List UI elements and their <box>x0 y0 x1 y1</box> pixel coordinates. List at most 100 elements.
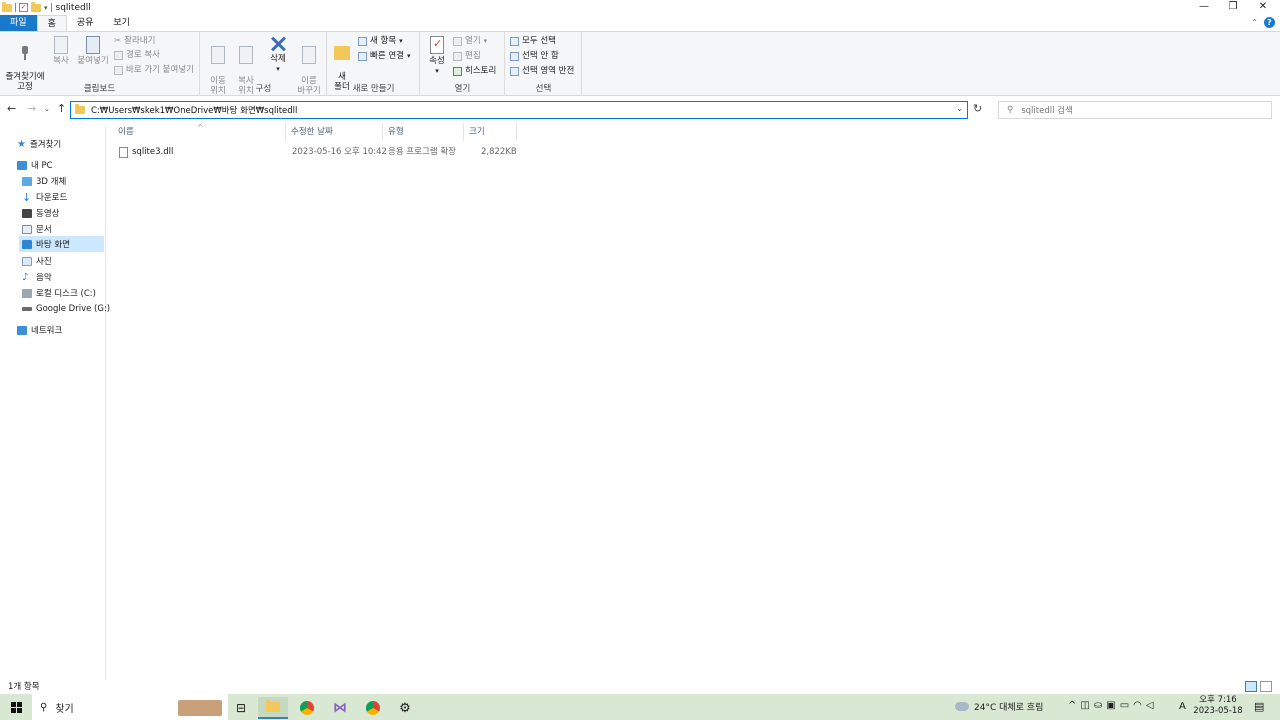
sidebar-item-desktop[interactable]: 바탕 화면 <box>19 236 104 252</box>
gear-icon: ⚙ <box>399 700 411 716</box>
start-button[interactable] <box>0 694 32 720</box>
refresh-button[interactable]: ↻ <box>973 102 982 115</box>
select-none-button[interactable]: 선택 안 함 <box>510 51 559 62</box>
scissors-icon: ✂ <box>114 36 122 46</box>
delete-button[interactable]: 삭제 ▾ <box>265 36 291 74</box>
sidebar-item-3d-objects[interactable]: 3D 개체 <box>19 173 66 189</box>
open-group: 속성 ▾ 열기 ▾ 편집 히스토리 열기 <box>421 32 505 96</box>
chevron-down-icon: ▾ <box>435 67 439 75</box>
large-icons-view-button[interactable] <box>1260 681 1272 692</box>
divider <box>15 3 16 12</box>
tab-share[interactable]: 공유 <box>67 15 104 31</box>
tray-app-icon[interactable]: ▣ <box>1106 700 1119 711</box>
sidebar-item-videos[interactable]: 동영상 <box>19 205 59 221</box>
select-all-button[interactable]: 모두 선택 <box>510 36 556 47</box>
clipboard-icon <box>86 36 100 54</box>
properties-button[interactable]: 속성 ▾ <box>425 36 449 76</box>
copy-button[interactable]: 복사 <box>50 36 72 66</box>
battery-icon[interactable]: ▭ <box>1120 700 1133 711</box>
wifi-icon[interactable]: ◠ <box>1133 700 1146 711</box>
column-header-size[interactable]: 크기 <box>464 123 517 141</box>
sidebar-item-documents[interactable]: 문서 <box>19 221 52 237</box>
sidebar-item-this-pc[interactable]: 내 PC <box>14 157 53 173</box>
dll-file-icon <box>119 146 128 158</box>
chevron-up-icon[interactable]: ^ <box>1068 700 1080 711</box>
chrome-icon <box>366 701 380 715</box>
new-item-button[interactable]: 새 항목 ▾ <box>358 36 403 47</box>
open-button[interactable]: 열기 ▾ <box>453 36 487 47</box>
cut-button[interactable]: ✂ 잘라내기 <box>114 36 155 47</box>
visual-studio-taskbar-button[interactable]: ⋈ <box>325 697 355 719</box>
chrome-profile-taskbar-button[interactable] <box>358 697 388 719</box>
title-bar: ✓ ▾ sqlitedll — ❐ ✕ <box>0 0 1280 15</box>
drive-icon <box>22 307 32 311</box>
sidebar-item-google-drive-g[interactable]: Google Drive (G:) <box>19 301 110 317</box>
tab-view[interactable]: 보기 <box>103 15 140 31</box>
ime-indicator[interactable]: A <box>1179 701 1186 712</box>
back-button[interactable]: ← <box>7 102 16 115</box>
tray-app-icon[interactable]: ⛀ <box>1094 700 1106 711</box>
search-input[interactable]: ⚲ sqlitedll 검색 <box>998 101 1272 119</box>
cube-icon <box>22 176 32 186</box>
details-view-button[interactable] <box>1245 681 1257 692</box>
navigation-bar: ← → ⌄ ↑ C:₩Users₩skek1₩OneDrive₩바탕 화면₩sq… <box>0 99 1280 121</box>
minimize-button[interactable]: — <box>1188 0 1220 15</box>
sidebar-item-music[interactable]: ♪ 음악 <box>19 269 52 285</box>
copy-path-icon <box>114 51 123 60</box>
copy-path-button[interactable]: 경로 복사 <box>114 50 160 61</box>
column-header-type[interactable]: 유형 <box>383 123 464 141</box>
file-row[interactable]: sqlite3.dll 2023-05-16 오후 10:42 응용 프로그램 … <box>113 145 523 159</box>
system-tray-icons[interactable]: ^◫⛀▣▭◠◁ <box>1068 700 1158 711</box>
file-explorer-taskbar-button[interactable] <box>258 697 288 719</box>
divider <box>50 3 52 12</box>
up-button[interactable]: ↑ <box>57 102 66 115</box>
quick-access-toolbar: ✓ ▾ <box>0 0 52 15</box>
sidebar-item-pictures[interactable]: 사진 <box>19 253 52 269</box>
properties-quick-icon[interactable]: ✓ <box>19 3 28 12</box>
column-header-date-modified[interactable]: 수정한 날짜 <box>286 123 383 141</box>
recent-locations-button[interactable]: ⌄ <box>44 105 50 113</box>
tab-file[interactable]: 파일 <box>0 15 37 31</box>
move-icon <box>211 46 225 64</box>
address-path[interactable]: C:₩Users₩skek1₩OneDrive₩바탕 화면₩sqlitedll <box>91 104 297 116</box>
delete-icon <box>270 36 286 52</box>
taskbar-search[interactable]: ⚲ 찾기 <box>32 694 228 720</box>
chevron-up-icon[interactable]: ⌃ <box>1251 18 1258 27</box>
close-button[interactable]: ✕ <box>1247 0 1279 15</box>
edit-button[interactable]: 편집 <box>453 51 481 62</box>
clock[interactable]: 오후 7:16 2023-05-18 <box>1192 695 1244 717</box>
sidebar-item-network[interactable]: 네트워크 <box>14 322 62 338</box>
copy-to-icon <box>239 46 253 64</box>
file-name-cell[interactable]: sqlite3.dll <box>119 145 173 159</box>
folder-icon <box>266 700 280 712</box>
chevron-down-icon[interactable]: ▾ <box>44 4 48 12</box>
chrome-taskbar-button[interactable] <box>292 697 322 719</box>
help-icon[interactable]: ? <box>1264 17 1275 28</box>
address-bar[interactable]: C:₩Users₩skek1₩OneDrive₩바탕 화면₩sqlitedll … <box>70 101 968 119</box>
visual-studio-icon: ⋈ <box>333 700 347 716</box>
column-header-name[interactable]: 이름 <box>113 123 286 141</box>
history-button[interactable]: 히스토리 <box>453 66 496 77</box>
restore-button[interactable]: ❐ <box>1217 0 1249 15</box>
settings-taskbar-button[interactable]: ⚙ <box>390 697 420 719</box>
tray-app-icon[interactable]: ◫ <box>1080 700 1093 711</box>
easy-access-button[interactable]: 빠른 연결 ▾ <box>358 51 411 62</box>
forward-button[interactable]: → <box>27 102 36 115</box>
tab-home[interactable]: 홈 <box>36 15 67 31</box>
invert-selection-button[interactable]: 선택 영역 반전 <box>510 66 574 77</box>
chevron-down-icon: ▾ <box>276 65 280 73</box>
chevron-down-icon: ▾ <box>483 37 488 45</box>
chevron-down-icon[interactable]: ⌄ <box>956 104 963 113</box>
notification-icon[interactable]: ▤ <box>1254 700 1264 713</box>
volume-icon[interactable]: ◁ <box>1146 700 1158 711</box>
download-arrow-icon: ↓ <box>22 190 32 204</box>
task-view-button[interactable]: ⊟ <box>226 697 256 719</box>
sidebar-item-local-disk-c[interactable]: 로컬 디스크 (C:) <box>19 285 96 301</box>
paste-button[interactable]: 붙여넣기 <box>76 36 110 66</box>
search-icon: ⚲ <box>1007 105 1014 115</box>
new-folder-quick-icon[interactable] <box>31 1 41 12</box>
sidebar-item-favorites[interactable]: ★ 즐겨찾기 <box>14 136 61 152</box>
weather-widget[interactable]: 24°C 대체로 흐림 <box>955 700 1043 713</box>
sidebar-item-downloads[interactable]: ↓ 다운로드 <box>19 189 67 205</box>
paste-shortcut-button[interactable]: 바로 가기 붙여넣기 <box>114 65 194 76</box>
